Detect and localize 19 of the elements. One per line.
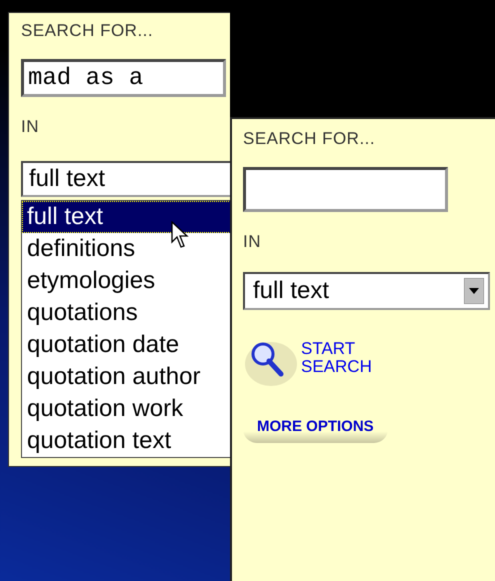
dropdown-option[interactable]: quotation date — [22, 329, 231, 361]
search-field[interactable]: mad as a — [21, 59, 226, 97]
dropdown-option[interactable]: definitions — [22, 233, 231, 265]
in-label: IN — [21, 117, 39, 137]
scope-dropdown[interactable]: full text — [21, 161, 231, 197]
search-label: SEARCH FOR... — [243, 129, 376, 149]
start-search-link[interactable]: START SEARCH — [301, 340, 391, 376]
dropdown-arrow-icon — [464, 278, 484, 304]
in-label: IN — [243, 232, 261, 252]
pointer-icon — [171, 221, 191, 249]
scope-dropdown[interactable]: full text — [243, 272, 490, 310]
dropdown-option[interactable]: quotations — [22, 297, 231, 329]
dropdown-option[interactable]: quotation text — [22, 425, 231, 457]
dropdown-option[interactable]: quotation author — [22, 361, 231, 393]
search-field[interactable] — [243, 167, 448, 212]
search-label: SEARCH FOR... — [21, 21, 154, 41]
dropdown-option[interactable]: full text — [22, 201, 231, 233]
dropdown-option[interactable]: quotation work — [22, 393, 231, 425]
dropdown-option[interactable]: etymologies — [22, 265, 231, 297]
